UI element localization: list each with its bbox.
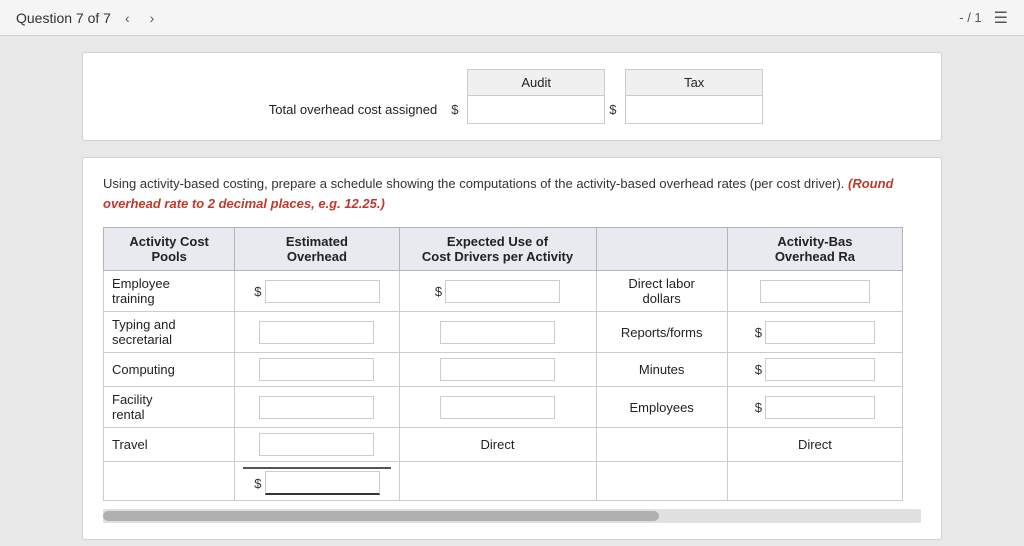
input-total[interactable]	[265, 471, 380, 495]
row-label-computing: Computing	[104, 353, 235, 387]
input-rate-typing[interactable]	[765, 321, 875, 344]
table-row-total: $	[104, 462, 903, 501]
input-exp-computing[interactable]	[440, 358, 555, 381]
header-rate: Activity-Bas Overhead Ra	[727, 228, 902, 271]
instructions-main: Using activity-based costing, prepare a …	[103, 176, 844, 191]
top-bar-left: Question 7 of 7 ‹ ›	[16, 8, 160, 28]
cell-rate-computing: $	[727, 353, 902, 387]
list-icon[interactable]: ☰	[994, 8, 1008, 28]
input-est-facility[interactable]	[259, 396, 374, 419]
table-row: Facilityrental Employees	[104, 387, 903, 428]
cell-exp-employee: $	[399, 271, 596, 312]
col-tax-header: Tax	[626, 70, 763, 96]
table-row: Typing andsecretarial Reports/forms	[104, 312, 903, 353]
top-bar: Question 7 of 7 ‹ › - / 1 ☰	[0, 0, 1024, 36]
cell-est-employee: $	[235, 271, 399, 312]
row-label-employee: Employeetraining	[104, 271, 235, 312]
activity-card: Using activity-based costing, prepare a …	[82, 157, 942, 540]
input-rate-computing[interactable]	[765, 358, 875, 381]
dollar-rate-facility: $	[755, 400, 762, 415]
next-button[interactable]: ›	[144, 8, 161, 28]
scrollbar-thumb	[103, 511, 659, 521]
overhead-row-label: Total overhead cost assigned	[261, 96, 447, 124]
dollar-sign-tax: $	[609, 102, 616, 117]
driver-facility: Employees	[596, 387, 727, 428]
driver-computing: Minutes	[596, 353, 727, 387]
header-estimated: Estimated Overhead	[235, 228, 399, 271]
tax-input[interactable]	[629, 99, 759, 120]
input-est-computing[interactable]	[259, 358, 374, 381]
total-label	[104, 462, 235, 501]
page-info: - / 1	[959, 10, 981, 25]
input-est-employee[interactable]	[265, 280, 380, 303]
header-driver	[596, 228, 727, 271]
dollar-sign-audit: $	[451, 102, 458, 117]
cell-exp-facility	[399, 387, 596, 428]
cell-exp-computing	[399, 353, 596, 387]
input-exp-employee[interactable]	[445, 280, 560, 303]
col-audit-header: Audit	[468, 70, 605, 96]
audit-input[interactable]	[471, 99, 601, 120]
activity-table-wrapper: Activity Cost Pools Estimated Overhead E…	[103, 227, 921, 501]
activity-table: Activity Cost Pools Estimated Overhead E…	[103, 227, 903, 501]
table-row: Employeetraining $ $	[104, 271, 903, 312]
overhead-table: Audit Tax Total overhead cost assigned $…	[261, 69, 763, 124]
table-row: Computing Minutes	[104, 353, 903, 387]
input-exp-typing[interactable]	[440, 321, 555, 344]
header-activity: Activity Cost Pools	[104, 228, 235, 271]
input-rate-facility[interactable]	[765, 396, 875, 419]
row-label-travel: Travel	[104, 428, 235, 462]
main-content: Audit Tax Total overhead cost assigned $…	[0, 36, 1024, 546]
top-bar-right: - / 1 ☰	[959, 8, 1008, 28]
row-label-facility: Facilityrental	[104, 387, 235, 428]
question-title: Question 7 of 7	[16, 10, 111, 26]
header-expected: Expected Use of Cost Drivers per Activit…	[399, 228, 596, 271]
overhead-card: Audit Tax Total overhead cost assigned $…	[82, 52, 942, 141]
horizontal-scrollbar[interactable]	[103, 509, 921, 523]
cell-est-travel	[235, 428, 399, 462]
cell-exp-typing	[399, 312, 596, 353]
cell-rate-travel: Direct	[727, 428, 902, 462]
table-row: Travel Direct Direct	[104, 428, 903, 462]
input-rate-employee[interactable]	[760, 280, 870, 303]
cell-total-est: $	[235, 462, 399, 501]
input-exp-facility[interactable]	[440, 396, 555, 419]
cell-rate-typing: $	[727, 312, 902, 353]
input-est-typing[interactable]	[259, 321, 374, 344]
dollar-total: $	[254, 476, 261, 491]
instructions: Using activity-based costing, prepare a …	[103, 174, 921, 213]
dollar-rate-computing: $	[755, 362, 762, 377]
driver-employee: Direct labordollars	[596, 271, 727, 312]
driver-travel	[596, 428, 727, 462]
dollar-rate-typing: $	[755, 325, 762, 340]
cell-est-computing	[235, 353, 399, 387]
dollar-exp-employee: $	[435, 284, 442, 299]
cell-rate-employee	[727, 271, 902, 312]
dollar-est-employee: $	[254, 284, 261, 299]
row-label-typing: Typing andsecretarial	[104, 312, 235, 353]
input-est-travel[interactable]	[259, 433, 374, 456]
cell-exp-travel: Direct	[399, 428, 596, 462]
driver-typing: Reports/forms	[596, 312, 727, 353]
cell-est-typing	[235, 312, 399, 353]
cell-est-facility	[235, 387, 399, 428]
cell-rate-facility: $	[727, 387, 902, 428]
prev-button[interactable]: ‹	[119, 8, 136, 28]
